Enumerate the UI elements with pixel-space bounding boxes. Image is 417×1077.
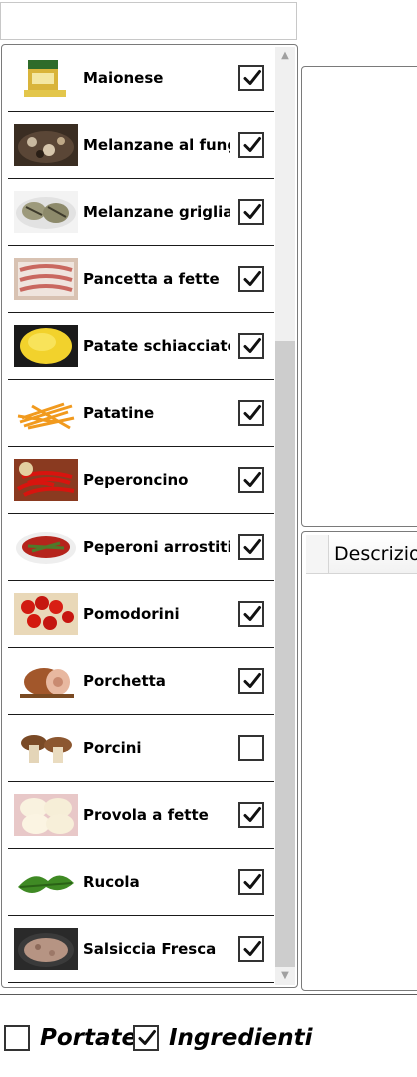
list-item-checkbox[interactable] (238, 199, 264, 225)
list-item-label: Melanzane al funghetto (83, 136, 230, 154)
list-item[interactable]: Maionese (8, 45, 274, 112)
checkmark-icon (243, 606, 261, 621)
list-item[interactable]: Peperoni arrostiti (8, 514, 274, 581)
eggplant-mushroom-icon (14, 124, 78, 166)
porcini-mushroom-icon (14, 727, 78, 769)
list-scrollbar[interactable]: ▲ ▼ (275, 47, 295, 985)
list-item[interactable]: Peperoncino (8, 447, 274, 514)
list-item[interactable]: Melanzane grigliate (8, 179, 274, 246)
porchetta-icon (14, 660, 78, 702)
filter-bar: Portate Ingredienti (0, 1020, 417, 1056)
list-item-label: Salsiccia Fresca (83, 940, 217, 958)
list-item[interactable]: Rucola (8, 849, 274, 916)
checkmark-icon (243, 539, 261, 554)
portate-label: Portate (40, 1025, 138, 1051)
list-item[interactable]: Salsiccia Fresca (8, 916, 274, 983)
list-item-checkbox[interactable] (238, 266, 264, 292)
list-item-label: Maionese (83, 69, 164, 87)
list-item-checkbox[interactable] (238, 467, 264, 493)
list-item-label: Porcini (83, 739, 142, 757)
checkmark-icon (243, 472, 261, 487)
chili-pepper-icon (14, 459, 78, 501)
list-item-checkbox[interactable] (238, 735, 264, 761)
list-item[interactable]: Melanzane al funghetto (8, 112, 274, 179)
checkmark-icon (243, 941, 261, 956)
grilled-eggplant-icon (14, 191, 78, 233)
ingredient-list: Maionese Melanzane al funghetto Melanzane … (1, 44, 298, 988)
list-item-checkbox[interactable] (238, 333, 264, 359)
checkmark-icon (243, 405, 261, 420)
list-item-label: Peperoncino (83, 471, 189, 489)
list-item[interactable]: Pancetta a fette (8, 246, 274, 313)
portate-option[interactable]: Portate (4, 1020, 137, 1056)
ingredient-list-items: Maionese Melanzane al funghetto Melanzane … (8, 45, 274, 983)
list-item-label: Pancetta a fette (83, 270, 220, 288)
list-item[interactable]: Provola a fette (8, 782, 274, 849)
list-item-checkbox[interactable] (238, 400, 264, 426)
scroll-thumb[interactable] (275, 341, 295, 967)
list-item-label: Peperoni arrostiti (83, 538, 230, 556)
ingredienti-checkbox[interactable] (133, 1025, 159, 1051)
mashed-potatoes-icon (14, 325, 78, 367)
list-item[interactable]: Patate schiacciate (8, 313, 274, 380)
grid-row-header-cell[interactable] (306, 535, 329, 573)
detail-panel (301, 66, 417, 527)
checkmark-icon (243, 137, 261, 152)
list-item-checkbox[interactable] (238, 132, 264, 158)
list-item-label: Rucola (83, 873, 140, 891)
provola-slices-icon (14, 794, 78, 836)
ingredienti-option[interactable]: Ingredienti (133, 1020, 313, 1056)
list-item-label: Pomodorini (83, 605, 180, 623)
list-item-label: Patate schiacciate (83, 337, 230, 355)
checkmark-icon (243, 271, 261, 286)
list-item-checkbox[interactable] (238, 601, 264, 627)
checkmark-icon (243, 204, 261, 219)
list-item-checkbox[interactable] (238, 668, 264, 694)
sliced-pancetta-icon (14, 258, 78, 300)
ingredienti-label: Ingredienti (169, 1025, 313, 1051)
grid-header: Descrizione (306, 535, 417, 574)
list-item[interactable]: Patatine (8, 380, 274, 447)
list-item-checkbox[interactable] (238, 534, 264, 560)
checkmark-icon (243, 874, 261, 889)
scroll-up-arrow-icon[interactable]: ▲ (275, 47, 295, 65)
scroll-down-arrow-icon[interactable]: ▼ (275, 967, 295, 985)
list-item-checkbox[interactable] (238, 936, 264, 962)
list-item-label: Provola a fette (83, 806, 209, 824)
checkmark-icon (243, 70, 261, 85)
checkmark-icon (138, 1030, 156, 1045)
arugula-icon (14, 861, 78, 903)
bottom-divider (0, 994, 417, 995)
list-item-checkbox[interactable] (238, 869, 264, 895)
list-item-checkbox[interactable] (238, 65, 264, 91)
checkmark-icon (243, 807, 261, 822)
list-item-label: Patatine (83, 404, 155, 422)
list-item-label: Porchetta (83, 672, 166, 690)
list-item[interactable]: Porcini (8, 715, 274, 782)
search-input[interactable] (0, 2, 297, 40)
checkmark-icon (243, 338, 261, 353)
portate-checkbox[interactable] (4, 1025, 30, 1051)
list-item-label: Melanzane grigliate (83, 203, 230, 221)
list-item[interactable]: Pomodorini (8, 581, 274, 648)
french-fries-icon (14, 392, 78, 434)
cherry-tomatoes-icon (14, 593, 78, 635)
fresh-sausage-icon (14, 928, 78, 970)
list-item-checkbox[interactable] (238, 802, 264, 828)
description-grid: Descrizione (301, 531, 417, 991)
grid-column-header-descrizione[interactable]: Descrizione (334, 535, 417, 573)
roasted-peppers-icon (14, 526, 78, 568)
list-item[interactable]: Porchetta (8, 648, 274, 715)
checkmark-icon (243, 673, 261, 688)
mayonnaise-jar-icon (14, 57, 78, 99)
